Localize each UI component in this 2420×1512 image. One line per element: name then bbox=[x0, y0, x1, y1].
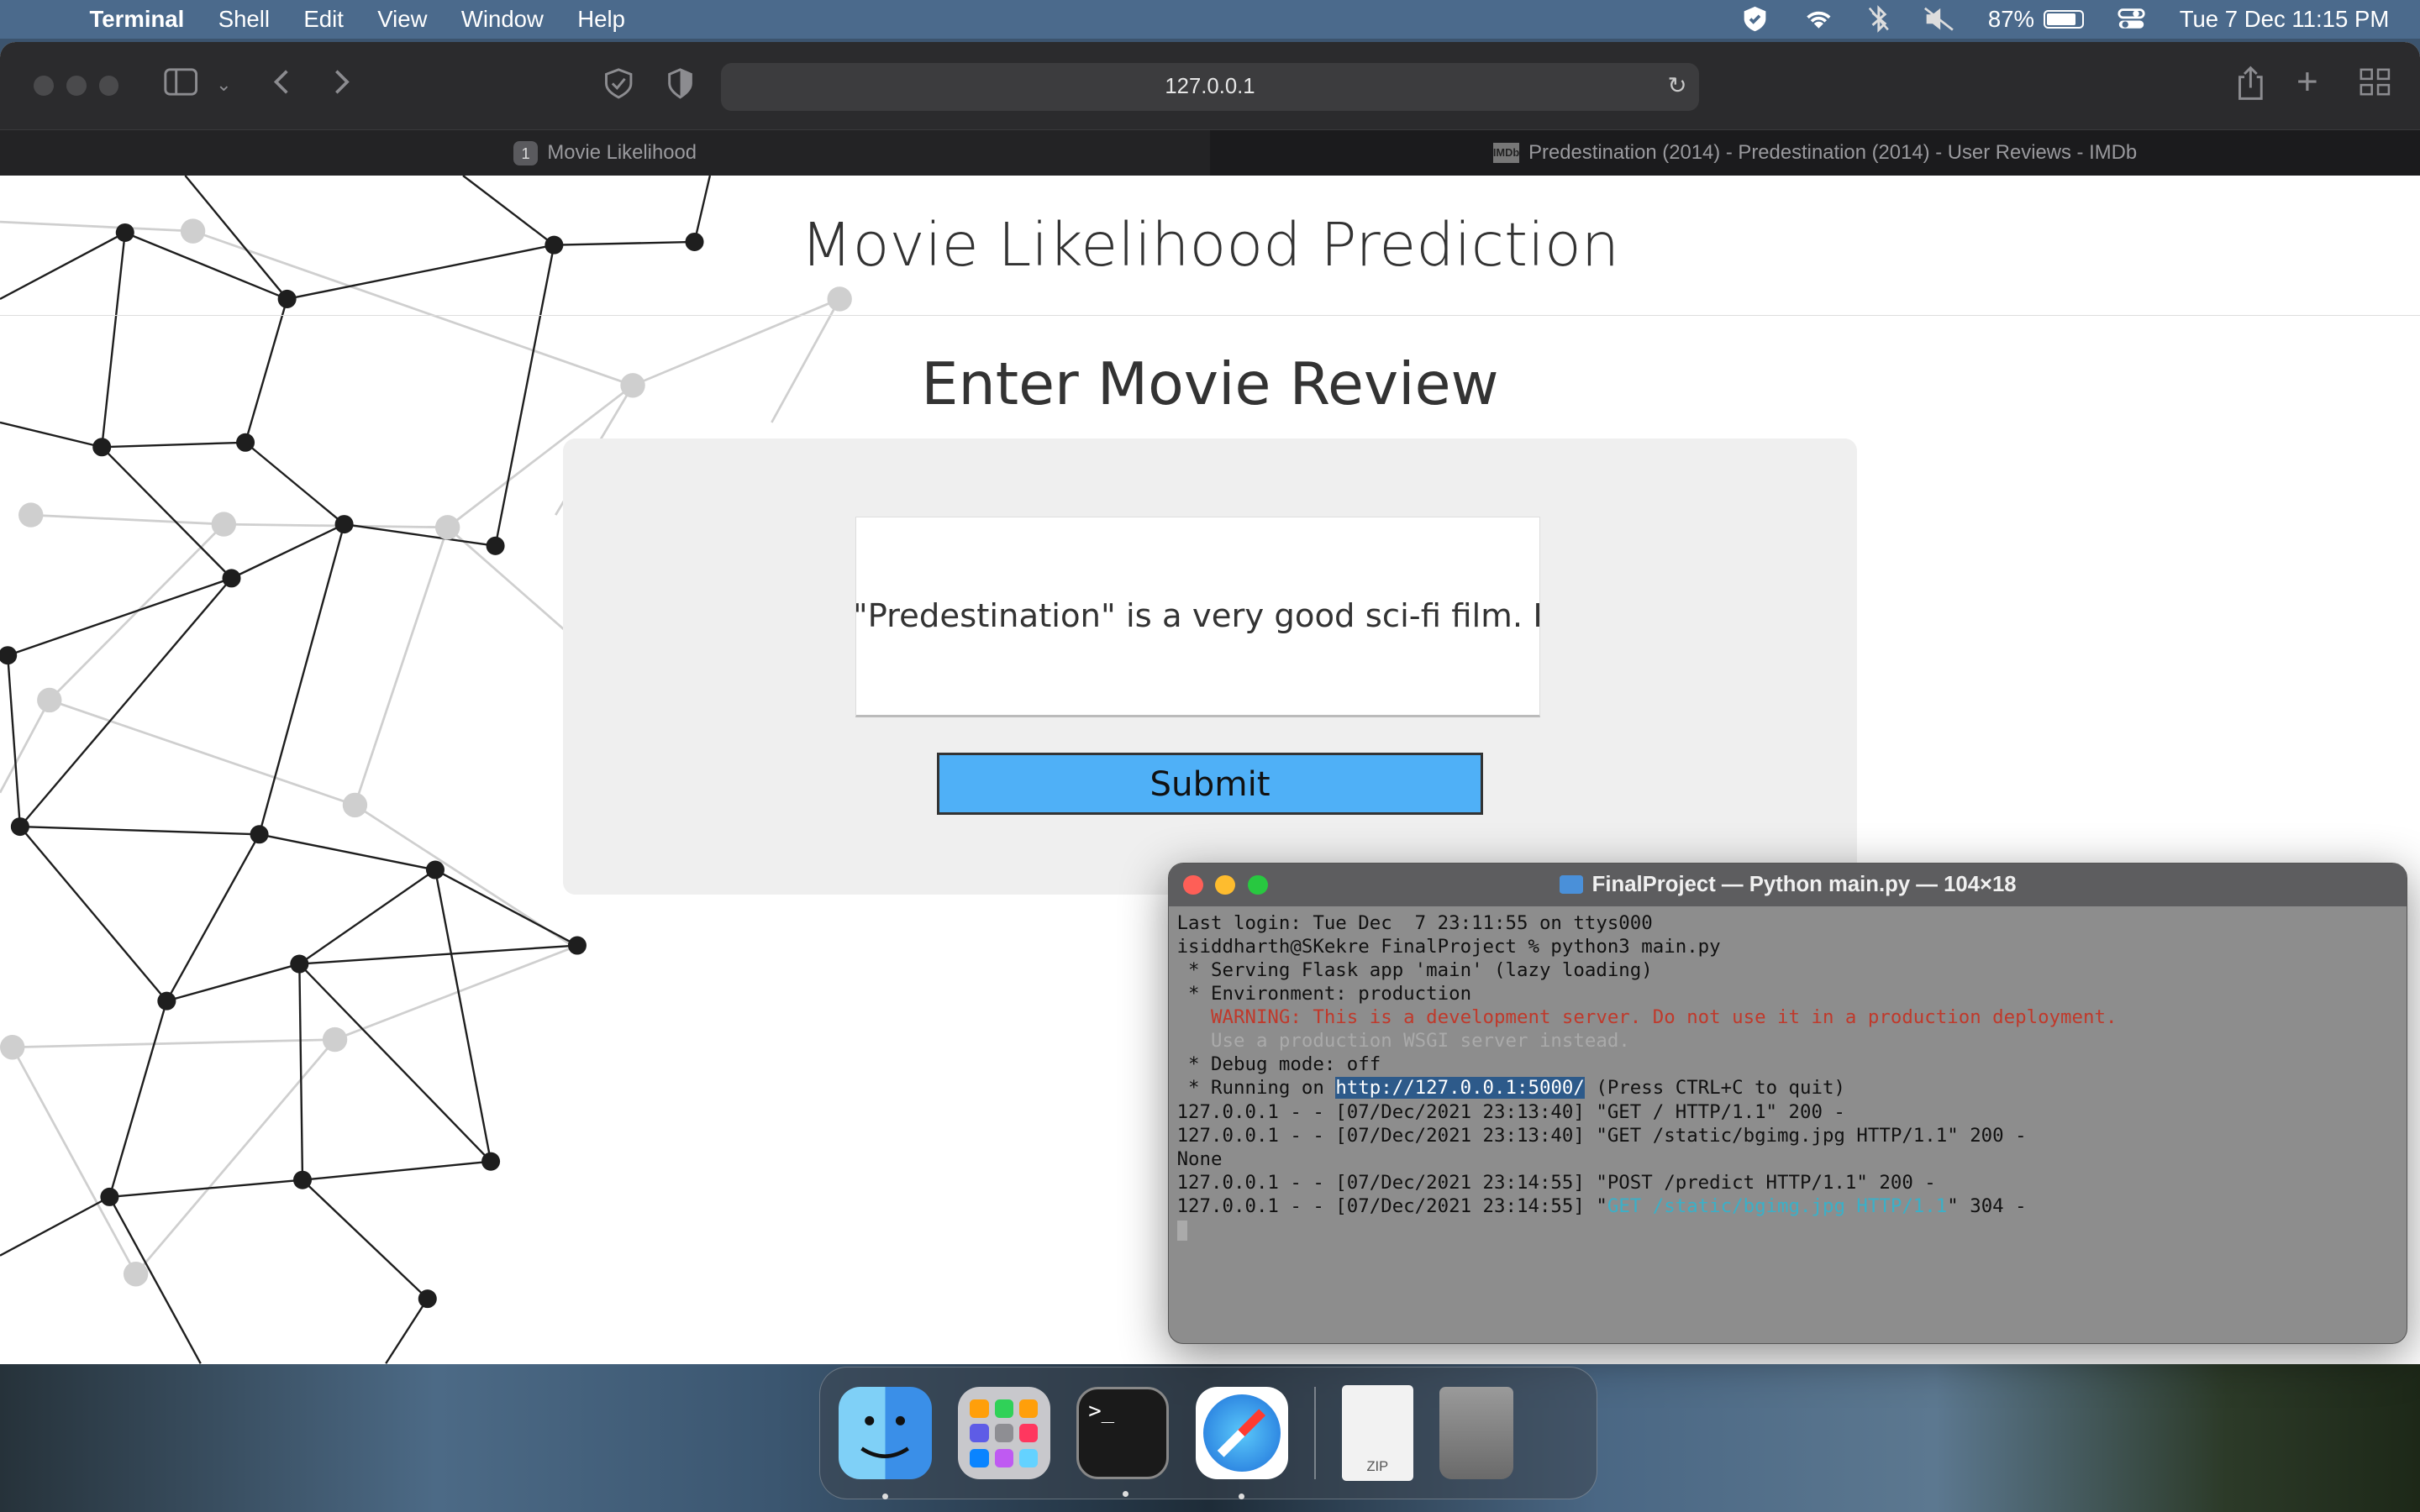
terminal-window: FinalProject — Python main.py — 104×18 L… bbox=[1168, 862, 2408, 1344]
tab-title: Predestination (2014) - Predestination (… bbox=[1528, 141, 2138, 165]
terminal-line: * Debug mode: off bbox=[1176, 1053, 1381, 1076]
terminal-cursor bbox=[1176, 1220, 1188, 1241]
imdb-favicon: IMDb bbox=[1492, 143, 1519, 164]
page-title: Movie Likelihood Prediction bbox=[800, 209, 1620, 280]
review-input[interactable]: "Predestination" is a very good sci-fi f… bbox=[855, 517, 1541, 718]
terminal-text: * Running on bbox=[1176, 1077, 1336, 1100]
forward-icon[interactable] bbox=[330, 68, 352, 103]
submit-button[interactable]: Submit bbox=[936, 753, 1484, 815]
reload-icon[interactable]: ↻ bbox=[1667, 72, 1686, 99]
tab-bar: 1 Movie Likelihood IMDb Predestination (… bbox=[0, 129, 2420, 176]
zoom-button[interactable] bbox=[98, 75, 119, 96]
share-icon[interactable] bbox=[2235, 65, 2266, 109]
running-indicator bbox=[1239, 1493, 1245, 1500]
new-tab-icon[interactable]: + bbox=[2296, 61, 2318, 103]
url-text: 127.0.0.1 bbox=[1165, 75, 1255, 99]
terminal-line: * Serving Flask app 'main' (lazy loading… bbox=[1176, 958, 1653, 981]
form-heading: Enter Movie Review bbox=[921, 349, 1499, 418]
clock[interactable]: Tue 7 Dec 11:15 PM bbox=[2180, 6, 2390, 33]
tab-movie-likelihood[interactable]: 1 Movie Likelihood bbox=[0, 129, 1210, 176]
terminal-line: None bbox=[1176, 1147, 1223, 1170]
finder-icon[interactable] bbox=[839, 1387, 932, 1500]
terminal-title-text: FinalProject — Python main.py — 104×18 bbox=[1591, 872, 2017, 896]
server-url-link[interactable]: http://127.0.0.1:5000/ bbox=[1335, 1077, 1585, 1100]
terminal-line bbox=[1176, 1218, 2400, 1242]
dock-separator bbox=[1314, 1387, 1316, 1480]
zip-label: ZIP bbox=[1366, 1457, 1389, 1474]
menu-bar: Terminal Shell Edit View Window Help 87%… bbox=[0, 0, 2420, 39]
control-center-icon[interactable] bbox=[2118, 7, 2145, 31]
close-button[interactable] bbox=[34, 75, 55, 96]
terminal-text: (Press CTRL+C to quit) bbox=[1584, 1077, 1845, 1100]
battery-icon bbox=[2044, 9, 2084, 29]
folder-icon bbox=[1560, 875, 1583, 895]
tab-imdb-reviews[interactable]: IMDb Predestination (2014) - Predestinat… bbox=[1210, 129, 2420, 176]
wifi-icon[interactable] bbox=[1803, 7, 1834, 31]
battery-percent: 87% bbox=[1987, 5, 2035, 32]
divider bbox=[0, 314, 2420, 317]
terminal-icon[interactable]: >_ bbox=[1076, 1387, 1170, 1498]
address-bar[interactable]: 127.0.0.1 ↻ bbox=[720, 63, 1700, 112]
zip-file-icon[interactable]: ZIP bbox=[1342, 1385, 1413, 1482]
terminal-line: Last login: Tue Dec 7 23:11:55 on ttys00… bbox=[1176, 911, 1653, 934]
terminal-line: Use a production WSGI server instead. bbox=[1176, 1030, 1630, 1053]
chevron-down-icon[interactable]: ⌄ bbox=[216, 74, 231, 96]
terminal-line: * Environment: production bbox=[1176, 982, 1472, 1005]
sidebar-icon[interactable] bbox=[164, 68, 197, 103]
launchpad-icon[interactable] bbox=[957, 1387, 1050, 1480]
terminal-text: 127.0.0.1 - - [07/Dec/2021 23:14:55] " bbox=[1176, 1194, 1607, 1217]
running-indicator bbox=[881, 1493, 889, 1500]
terminal-line: 127.0.0.1 - - [07/Dec/2021 23:13:40] "GE… bbox=[1176, 1124, 2027, 1147]
minimize-button[interactable] bbox=[66, 75, 87, 96]
battery-status[interactable]: 87% bbox=[1988, 6, 2084, 33]
menu-window[interactable]: Window bbox=[445, 6, 560, 33]
terminal-line: isiddharth@SKekre FinalProject % python3… bbox=[1176, 935, 1721, 958]
safari-icon[interactable] bbox=[1195, 1387, 1288, 1500]
menu-view[interactable]: View bbox=[360, 6, 445, 33]
browser-toolbar: ⌄ 127.0.0.1 ↻ + bbox=[0, 41, 2420, 130]
mute-icon[interactable] bbox=[1923, 7, 1954, 31]
bluetooth-off-icon[interactable] bbox=[1868, 5, 1890, 34]
terminal-output[interactable]: Last login: Tue Dec 7 23:11:55 on ttys00… bbox=[1169, 906, 2407, 1247]
tab-number: 1 bbox=[513, 140, 539, 165]
terminal-text: GET /static/bgimg.jpg HTTP/1.1 bbox=[1607, 1194, 1948, 1217]
terminal-line: * Running on http://127.0.0.1:5000/ (Pre… bbox=[1177, 1076, 2400, 1100]
shield-icon[interactable] bbox=[1741, 5, 1769, 33]
window-controls bbox=[34, 75, 119, 96]
terminal-text: " 304 - bbox=[1947, 1194, 2027, 1217]
tab-title: Movie Likelihood bbox=[547, 141, 697, 165]
terminal-prompt-glyph: >_ bbox=[1088, 1399, 1115, 1425]
terminal-titlebar[interactable]: FinalProject — Python main.py — 104×18 bbox=[1169, 863, 2407, 907]
trash-icon[interactable] bbox=[1439, 1387, 1513, 1480]
tab-overview-icon[interactable] bbox=[2360, 68, 2391, 103]
back-icon[interactable] bbox=[271, 68, 293, 103]
terminal-line: 127.0.0.1 - - [07/Dec/2021 23:14:55] "PO… bbox=[1176, 1171, 1936, 1194]
terminal-line: 127.0.0.1 - - [07/Dec/2021 23:14:55] "GE… bbox=[1177, 1194, 2400, 1218]
app-menu[interactable]: Terminal bbox=[90, 6, 202, 33]
menu-edit[interactable]: Edit bbox=[287, 6, 360, 33]
terminal-title: FinalProject — Python main.py — 104×18 bbox=[1169, 873, 2407, 897]
privacy-shield-icon[interactable] bbox=[602, 68, 635, 107]
dock: >_ ZIP bbox=[819, 1367, 1597, 1500]
menu-help[interactable]: Help bbox=[560, 6, 642, 33]
half-shield-icon[interactable] bbox=[666, 68, 694, 107]
terminal-warning-line: WARNING: This is a development server. D… bbox=[1176, 1006, 2118, 1029]
running-indicator bbox=[1122, 1490, 1128, 1498]
menu-shell[interactable]: Shell bbox=[202, 6, 287, 33]
terminal-line: 127.0.0.1 - - [07/Dec/2021 23:13:40] "GE… bbox=[1176, 1100, 1845, 1123]
